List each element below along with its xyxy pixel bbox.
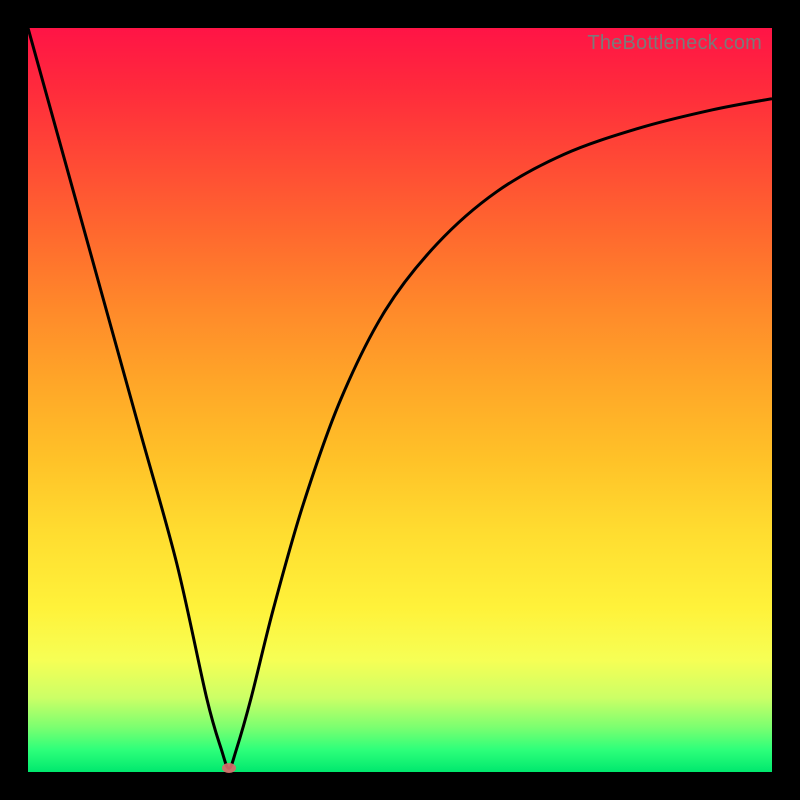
watermark-text: TheBottleneck.com (587, 32, 762, 55)
plot-area: TheBottleneck.com (28, 28, 772, 772)
minimum-marker (222, 763, 236, 773)
curve-svg (28, 28, 772, 772)
chart-frame: TheBottleneck.com (0, 0, 800, 800)
bottleneck-curve-path (28, 28, 772, 768)
